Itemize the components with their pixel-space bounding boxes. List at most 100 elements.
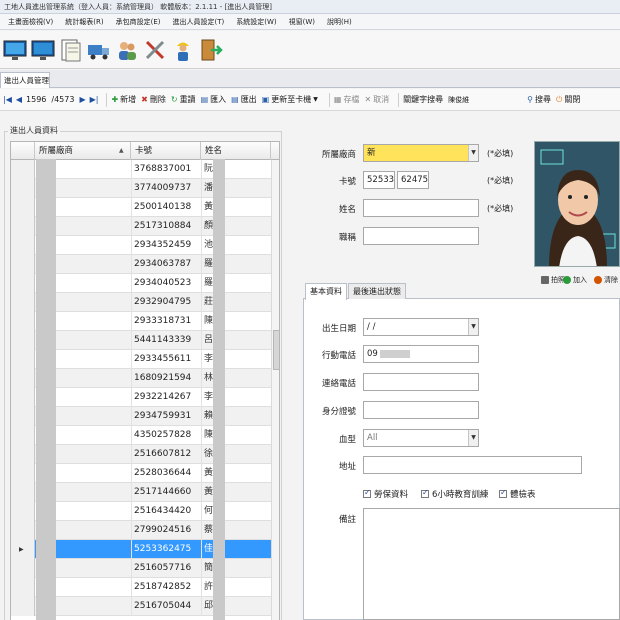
row-indicator[interactable] [11,407,35,426]
row-indicator[interactable] [11,331,35,350]
row-indicator[interactable] [11,293,35,312]
column-header-vendor[interactable]: 所屬廠商 [35,142,131,160]
insurance-checkbox[interactable]: 勞保資料 [363,488,408,500]
row-indicator[interactable] [11,426,35,445]
prev-record-icon[interactable]: ◀ [16,95,22,104]
cancel-button[interactable]: ✕ 取消 [364,94,389,105]
add-button[interactable]: ✚ 新增 [111,94,136,105]
address-input[interactable] [363,456,582,474]
last-record-icon[interactable]: ▶| [90,95,99,104]
photo-clear-button[interactable]: 清除 [594,275,618,285]
truck-icon[interactable] [86,35,112,65]
row-indicator[interactable] [11,483,35,502]
menu-window[interactable]: 視窗(W) [283,14,321,30]
search-button[interactable]: ⚲ 搜尋 [527,94,551,105]
worker-icon[interactable] [170,35,196,65]
save-icon: ▦ [333,94,342,104]
photo-capture-button[interactable]: 拍照 [541,275,565,285]
save-button[interactable]: ▦ 存檔 [334,94,360,105]
health-check-checkbox[interactable]: 體檢表 [499,488,536,500]
record-navigator: |◀ ◀ 1596 /4573 ▶ ▶| ✚ 新增 ✖ 刪除 ↻ 重讀 ▤ 匯入 ▤ 匯出… [0,89,620,111]
cell-name: 徐 [201,445,271,464]
card-reader-icon: ▣ [261,94,270,104]
card-number-part2[interactable]: 62475 [397,171,429,189]
row-indicator[interactable] [11,255,35,274]
first-record-icon[interactable]: |◀ [3,95,12,104]
column-header-card[interactable]: 卡號 [131,142,201,160]
id-number-input[interactable] [363,401,479,419]
update-card-reader-button[interactable]: ▣ 更新至卡機 ▼ [262,94,320,105]
birth-date-input[interactable]: / / ▼ [363,318,479,336]
row-indicator[interactable] [11,236,35,255]
record-position[interactable]: 1596 [26,95,46,104]
remark-textarea[interactable] [363,508,620,620]
row-indicator[interactable] [11,369,35,388]
row-indicator[interactable] [11,350,35,369]
row-indicator[interactable] [11,160,35,179]
row-indicator[interactable] [11,388,35,407]
row-indicator[interactable] [11,179,35,198]
export-button[interactable]: ▤ 匯出 [231,94,257,105]
users-icon[interactable] [114,35,140,65]
cell-card-number: 2528036644 [131,464,201,483]
cell-card-number: 2933318731 [131,312,201,331]
row-indicator[interactable] [11,198,35,217]
menu-help[interactable]: 說明(H) [321,14,358,30]
photo-add-button[interactable]: 加入 [563,275,587,285]
row-indicator[interactable] [11,217,35,236]
mobile-input[interactable]: 09 [363,345,479,363]
toolbar-separator [398,92,400,107]
row-indicator[interactable] [11,502,35,521]
training-checkbox[interactable]: 6小時教育訓練 [421,488,488,500]
tab-last-access-status[interactable]: 最後進出狀態 [348,283,406,299]
reload-button[interactable]: ↻ 重讀 [171,94,196,105]
search-icon: ⚲ [527,94,533,104]
import-button[interactable]: ▤ 匯入 [201,94,227,105]
contact-phone-input[interactable] [363,373,479,391]
cell-name: 陳 [201,426,271,445]
close-button[interactable]: ⏻ 關閉 [556,94,580,105]
menu-system[interactable]: 系統設定(W) [230,14,282,30]
row-indicator[interactable] [11,559,35,578]
card-label: 卡號 [338,177,356,187]
scrollbar-thumb[interactable] [273,330,279,370]
keyword-search-input[interactable]: 陳俊維 [448,95,522,105]
row-indicator[interactable] [11,597,35,616]
name-label: 姓名 [338,205,356,215]
cell-name: 莊 [201,293,271,312]
tab-basic-info[interactable]: 基本資料 [305,283,347,300]
row-indicator[interactable] [11,521,35,540]
menu-reports[interactable]: 統計報表(R) [59,14,109,30]
tools-icon[interactable] [142,35,168,65]
menu-contractor[interactable]: 承包商設定(E) [110,14,167,30]
cell-name: 簡 [201,559,271,578]
next-record-icon[interactable]: ▶ [79,95,85,104]
column-header-name[interactable]: 姓名 [201,142,271,160]
cancel-icon: ✕ [364,94,372,104]
row-indicator[interactable] [11,274,35,293]
id-number-label: 身分證號 [321,407,356,417]
job-title-input[interactable] [363,227,479,245]
exit-door-icon[interactable] [198,35,224,65]
menu-personnel[interactable]: 進出人員設定(T) [166,14,230,30]
cell-name: 黃 [201,198,271,217]
name-input[interactable] [363,199,479,217]
row-indicator[interactable] [11,312,35,331]
delete-icon: ✖ [141,94,148,104]
row-indicator[interactable] [11,464,35,483]
monitor-icon[interactable] [2,35,28,65]
row-indicator[interactable] [11,445,35,464]
monitor-icon[interactable] [30,35,56,65]
delete-button[interactable]: ✖ 刪除 [141,94,166,105]
cell-card-number: 2933455611 [131,350,201,369]
blood-type-select[interactable]: All ▼ [363,429,479,447]
menu-view[interactable]: 主畫面檢視(V) [2,14,59,30]
vendor-select[interactable]: 新 ▼ [363,144,479,162]
chevron-down-icon: ▼ [313,95,318,103]
row-indicator[interactable] [11,578,35,597]
document-icon[interactable] [58,35,84,65]
tab-personnel-management[interactable]: 進出人員管理 [0,72,50,88]
grid-scrollbar[interactable] [271,160,279,620]
card-number-part1[interactable]: 52533 [363,171,395,189]
row-indicator[interactable]: ▶ [11,540,35,559]
